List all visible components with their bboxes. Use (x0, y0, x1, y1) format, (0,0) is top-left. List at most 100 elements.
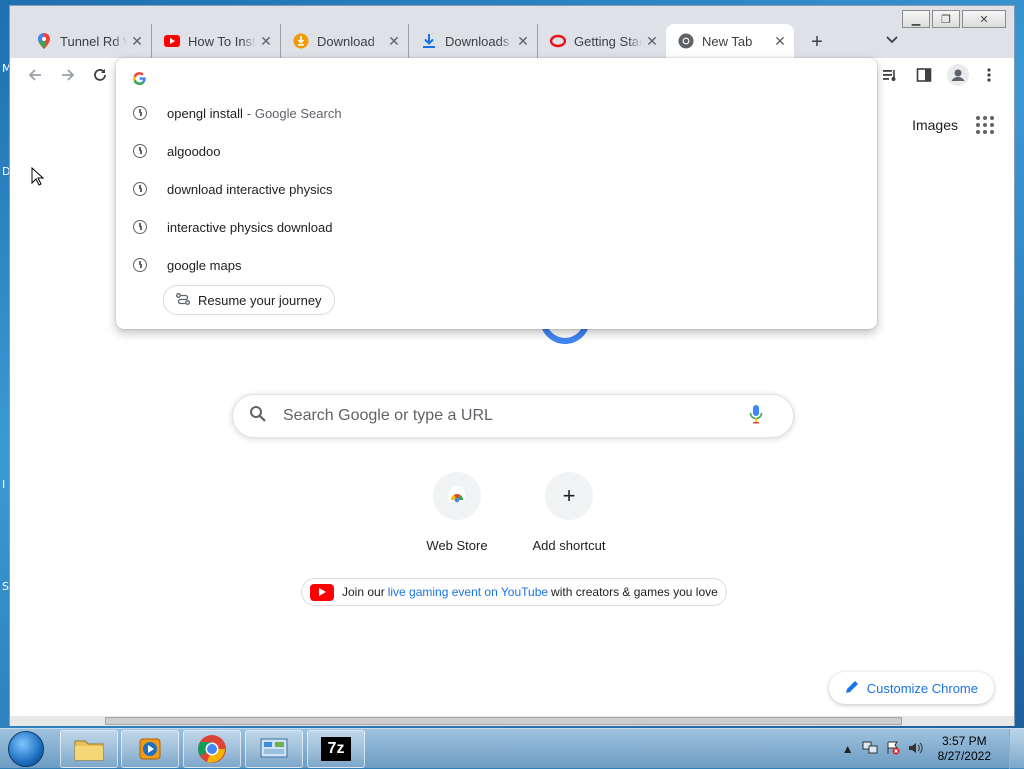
tab-title: New Tab (702, 33, 753, 49)
network-icon[interactable] (862, 741, 878, 758)
chrome-icon[interactable] (183, 730, 241, 768)
tab-youtube[interactable]: How To Inst ✕ (152, 24, 281, 58)
shortcut-web-store[interactable]: Web Store (407, 472, 507, 553)
chrome-window: ▁ ❐ ✕ Tunnel Rd W ✕ How To Inst ✕ Downlo… (9, 5, 1015, 726)
youtube-icon (164, 33, 180, 49)
tab-close-button[interactable]: ✕ (642, 33, 662, 50)
tab-close-button[interactable]: ✕ (513, 33, 533, 50)
google-apps-icon[interactable] (976, 116, 994, 134)
top-links: Images (912, 116, 994, 134)
shortcut-add[interactable]: + Add shortcut (519, 472, 619, 553)
tab-title: How To Inst (188, 33, 256, 49)
history-clock-icon (133, 258, 147, 272)
tab-strip: ▁ ❐ ✕ Tunnel Rd W ✕ How To Inst ✕ Downlo… (10, 6, 1014, 58)
desktop-icon-label-fragment: I (2, 478, 6, 491)
search-icon (249, 405, 269, 428)
horizontal-scrollbar[interactable] (10, 716, 1014, 726)
history-clock-icon (133, 182, 147, 196)
tab-google-maps[interactable]: Tunnel Rd W ✕ (24, 24, 152, 58)
omnibox-suggestion[interactable]: download interactive physics (116, 170, 877, 208)
suggestion-text: google maps (167, 257, 242, 273)
tab-new-tab[interactable]: New Tab ✕ (666, 24, 794, 58)
chrome-icon (678, 33, 694, 49)
suggestion-text: interactive physics download (167, 219, 333, 235)
7zip-icon[interactable]: 7z (307, 730, 365, 768)
tab-title: Download (317, 33, 375, 49)
search-input[interactable] (281, 406, 749, 426)
omnibox-suggestion[interactable]: google maps (116, 246, 877, 284)
opera-icon (550, 33, 566, 49)
chrome-webstore-icon (433, 472, 481, 520)
back-arrow-icon[interactable] (25, 67, 45, 88)
action-center-flag-icon[interactable] (886, 741, 900, 758)
promo-suffix: with creators & games you love (551, 585, 718, 599)
taskbar-clock[interactable]: 3:57 PM 8/27/2022 (938, 734, 991, 764)
promo-prefix: Join our (342, 585, 385, 599)
customize-label: Customize Chrome (866, 680, 978, 696)
media-control-icon[interactable] (880, 67, 900, 88)
tab-getting-started[interactable]: Getting Star ✕ (538, 24, 666, 58)
new-tab-button[interactable]: + (805, 32, 829, 52)
download-icon (421, 33, 437, 49)
window-close-button[interactable]: ✕ (962, 10, 1006, 28)
suggestion-text: download interactive physics (167, 181, 333, 197)
tab-close-button[interactable]: ✕ (770, 33, 790, 50)
journey-label: Resume your journey (198, 292, 322, 308)
history-clock-icon (133, 106, 147, 120)
profile-avatar-icon[interactable] (947, 64, 969, 91)
suggestion-text: algoodoo (167, 143, 221, 159)
google-search-box[interactable] (232, 394, 794, 438)
file-explorer-icon[interactable] (60, 730, 118, 768)
customize-chrome-button[interactable]: Customize Chrome (828, 672, 994, 704)
youtube-icon (310, 583, 334, 601)
tab-close-button[interactable]: ✕ (384, 33, 404, 50)
history-clock-icon (133, 144, 147, 158)
images-link[interactable]: Images (912, 117, 958, 133)
omnibox-suggestion[interactable]: opengl install - Google Search (116, 94, 877, 132)
volume-icon[interactable] (908, 741, 924, 758)
system-tray: ▲ 3:57 PM 8/27/2022 (838, 729, 1024, 769)
taskbar-date: 8/27/2022 (937, 749, 991, 763)
tab-close-button[interactable]: ✕ (127, 33, 147, 50)
media-player-icon[interactable] (121, 730, 179, 768)
omnibox-suggestion[interactable]: interactive physics download (116, 208, 877, 246)
tab-search-chevron-icon[interactable] (886, 33, 898, 47)
omnibox-suggestion[interactable]: algoodoo (116, 132, 877, 170)
tab-download-site[interactable]: Download ✕ (281, 24, 409, 58)
omnibox-dropdown: opengl install - Google Search algoodoo … (116, 58, 877, 329)
google-maps-icon (36, 33, 52, 49)
tab-downloads[interactable]: Downloads ✕ (409, 24, 538, 58)
tab-title: Downloads (445, 33, 510, 49)
minimize-button[interactable]: ▁ (902, 10, 930, 28)
microphone-icon[interactable] (749, 404, 773, 429)
forward-arrow-icon[interactable] (58, 67, 78, 88)
side-panel-icon[interactable] (914, 67, 934, 88)
shortcut-label: Web Store (426, 538, 488, 553)
restore-button[interactable]: ❐ (932, 10, 960, 28)
tab-title: Getting Star (574, 33, 642, 49)
suggestion-text: opengl install (167, 105, 243, 121)
google-g-icon (133, 72, 146, 88)
promo-link[interactable]: live gaming event on YouTube (388, 585, 548, 599)
pencil-icon (845, 680, 859, 697)
reload-icon[interactable] (90, 67, 110, 88)
7zip-label: 7z (321, 737, 351, 761)
show-desktop-button[interactable] (1009, 729, 1024, 769)
control-panel-icon[interactable] (245, 730, 303, 768)
more-menu-icon[interactable] (979, 67, 999, 88)
scrollbar-thumb[interactable] (105, 717, 902, 725)
youtube-promo[interactable]: Join our live gaming event on YouTube wi… (301, 578, 727, 606)
suggestion-suffix: - Google Search (246, 105, 342, 121)
plus-icon: + (545, 472, 593, 520)
history-clock-icon (133, 220, 147, 234)
tab-close-button[interactable]: ✕ (256, 33, 276, 50)
start-button[interactable] (8, 731, 44, 767)
taskbar-time: 3:57 PM (941, 734, 987, 748)
window-controls: ▁ ❐ ✕ (902, 10, 1006, 28)
resume-journey-chip[interactable]: Resume your journey (163, 285, 335, 315)
journey-icon (176, 292, 190, 308)
mouse-cursor-icon (31, 166, 45, 192)
taskbar: 7z ▲ 3:57 PM 8/27/2022 (0, 728, 1024, 769)
show-hidden-icons-icon[interactable]: ▲ (842, 742, 854, 756)
desktop-icon-label-fragment: S (2, 580, 9, 593)
